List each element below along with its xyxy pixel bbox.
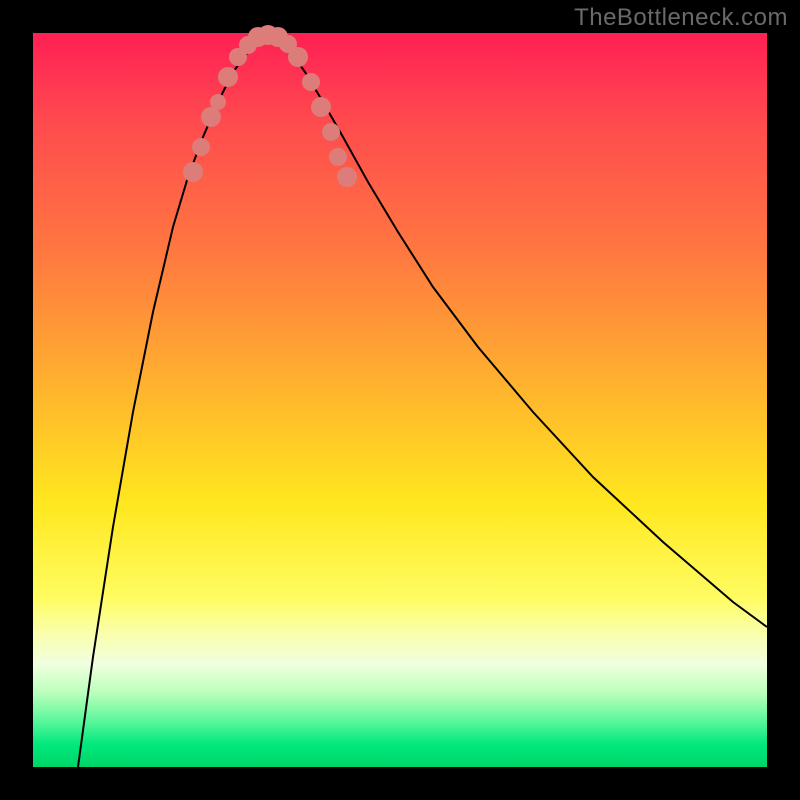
curve-right-branch: [268, 35, 767, 627]
dot: [288, 47, 308, 67]
dot: [302, 73, 320, 91]
dot: [322, 123, 340, 141]
highlight-dots: [183, 25, 357, 187]
watermark-text: TheBottleneck.com: [574, 4, 788, 32]
dot: [210, 94, 226, 110]
dot: [183, 162, 203, 182]
dot: [311, 97, 331, 117]
dot: [218, 67, 238, 87]
dot: [337, 167, 357, 187]
chart-frame: TheBottleneck.com: [0, 0, 800, 800]
plot-area: [33, 33, 767, 767]
curve-svg: [33, 33, 767, 767]
dot: [329, 148, 347, 166]
dot: [192, 138, 210, 156]
curve-left-branch: [78, 35, 268, 767]
